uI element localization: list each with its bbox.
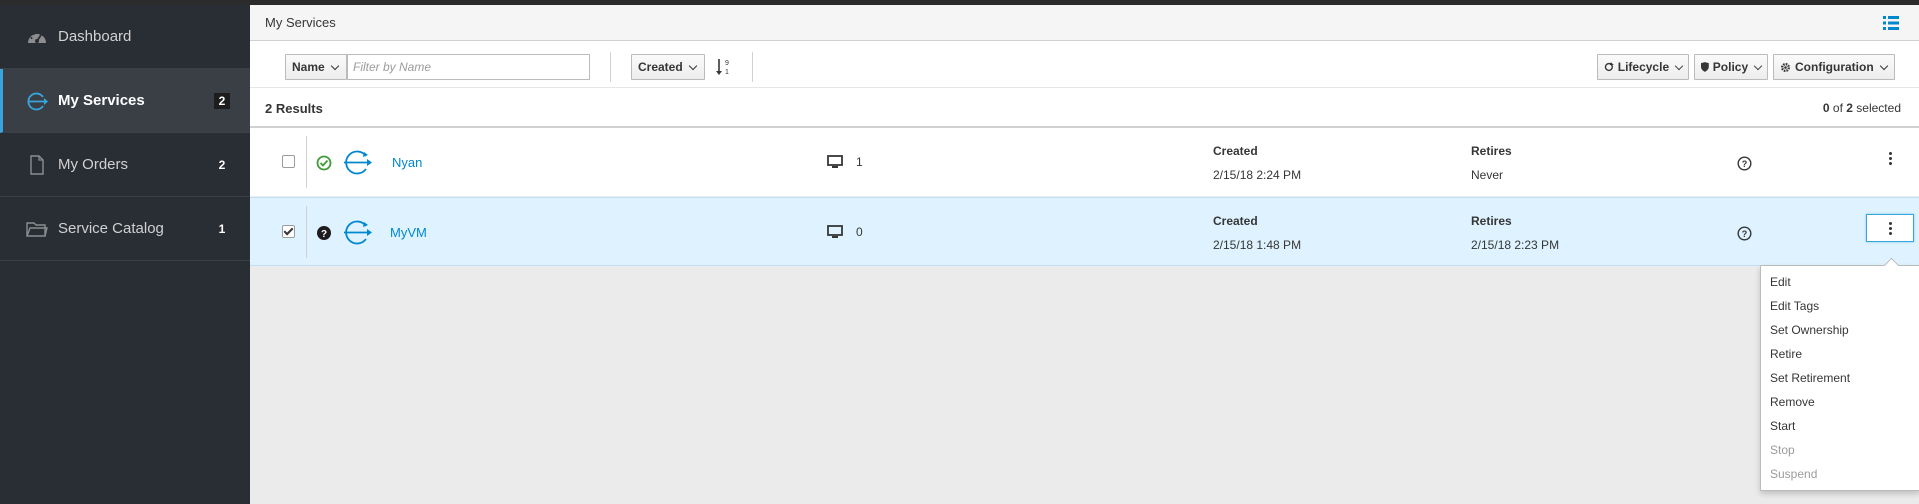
list-item[interactable]: Nyan 1 Created 2/15/18 2:24 PM Retires N… bbox=[250, 128, 1919, 197]
created-label: Created bbox=[1213, 214, 1258, 228]
policy-dropdown[interactable]: Policy bbox=[1694, 54, 1768, 80]
count-badge: 2 bbox=[218, 158, 226, 172]
chevron-down-icon bbox=[1753, 61, 1763, 70]
kebab-menu-button[interactable] bbox=[1866, 144, 1914, 172]
kebab-menu-button[interactable] bbox=[1866, 214, 1914, 242]
sort-numeric-asc-icon[interactable]: 9 1 bbox=[716, 58, 732, 76]
menu-item-start[interactable]: Start bbox=[1761, 414, 1919, 438]
menu-item-stop: Stop bbox=[1770, 443, 1795, 457]
sidebar-item-my-services[interactable]: My Services 2 bbox=[0, 69, 250, 133]
sort-field-select[interactable]: Created bbox=[631, 54, 705, 80]
svg-text:1: 1 bbox=[725, 69, 729, 76]
service-icon bbox=[344, 150, 372, 175]
retires-value: 2/15/18 2:23 PM bbox=[1471, 238, 1560, 252]
vm-count: 0 bbox=[856, 225, 863, 239]
selected-num: 0 bbox=[1822, 101, 1830, 115]
menu-item-edit-tags[interactable]: Edit Tags bbox=[1761, 294, 1919, 318]
shield-icon bbox=[1701, 62, 1709, 72]
main-content: My Services Name Created 9 1 Lifecycle bbox=[250, 5, 1919, 504]
svg-text:?: ? bbox=[1742, 159, 1748, 169]
service-name-link[interactable]: Nyan bbox=[392, 155, 422, 170]
menu-item-edit[interactable]: Edit bbox=[1761, 270, 1919, 294]
row-checkbox[interactable] bbox=[282, 155, 295, 168]
monitor-icon bbox=[827, 225, 843, 238]
lifecycle-label: Lifecycle bbox=[1617, 60, 1670, 74]
gear-icon bbox=[1781, 62, 1790, 72]
selected-total: 2 bbox=[1846, 101, 1853, 115]
filter-field-label: Name bbox=[292, 60, 325, 74]
list-item[interactable]: ? MyVM 0 Created 2/15/18 1:48 PM Retires… bbox=[250, 197, 1919, 266]
svg-text:9: 9 bbox=[725, 60, 729, 67]
question-circle-icon: ? bbox=[1737, 226, 1752, 241]
results-bar: 2 Results 0 of 2 selected bbox=[250, 88, 1919, 128]
monitor-icon bbox=[827, 155, 843, 168]
selected-of: of bbox=[1832, 101, 1843, 115]
toolbar-divider bbox=[752, 52, 753, 82]
chevron-down-icon bbox=[330, 61, 339, 70]
svg-text:?: ? bbox=[1742, 229, 1748, 239]
sort-field-label: Created bbox=[638, 60, 683, 74]
catalog-icon bbox=[26, 222, 48, 237]
row-checkbox[interactable] bbox=[282, 225, 295, 238]
question-circle-icon: ? bbox=[1737, 156, 1752, 171]
sidebar-item-dashboard[interactable]: Dashboard bbox=[0, 5, 250, 69]
service-name-link[interactable]: MyVM bbox=[390, 225, 427, 240]
service-icon bbox=[344, 220, 372, 245]
menu-item-set-ownership[interactable]: Set Ownership bbox=[1761, 318, 1919, 342]
menu-item-set-retirement[interactable]: Set Retirement bbox=[1761, 366, 1919, 390]
orders-icon bbox=[30, 155, 44, 175]
count-badge: 1 bbox=[218, 222, 226, 236]
list-view-icon[interactable] bbox=[1883, 16, 1899, 30]
selected-label: selected bbox=[1856, 101, 1901, 115]
row-actions-menu: Edit Edit Tags Set Ownership Retire Set … bbox=[1760, 265, 1919, 491]
configuration-dropdown[interactable]: Configuration bbox=[1773, 54, 1895, 80]
lifecycle-dropdown[interactable]: Lifecycle bbox=[1597, 54, 1689, 80]
menu-item-retire[interactable]: Retire bbox=[1761, 342, 1919, 366]
sidebar-item-label: Dashboard bbox=[58, 28, 132, 45]
vm-count: 1 bbox=[856, 155, 863, 169]
row-divider bbox=[306, 136, 307, 188]
ok-status-icon bbox=[316, 155, 332, 171]
created-value: 2/15/18 2:24 PM bbox=[1213, 168, 1302, 182]
retires-value: Never bbox=[1471, 168, 1504, 182]
page-title: My Services bbox=[265, 15, 336, 30]
sidebar-item-label: My Orders bbox=[58, 156, 129, 173]
retires-label: Retires bbox=[1471, 144, 1512, 158]
created-label: Created bbox=[1213, 144, 1258, 158]
configuration-label: Configuration bbox=[1795, 60, 1874, 74]
retires-label: Retires bbox=[1471, 214, 1512, 228]
dashboard-icon bbox=[28, 31, 46, 43]
question-status-icon: ? bbox=[317, 226, 331, 240]
selected-count: 0 of 2 selected bbox=[1823, 101, 1901, 115]
chevron-down-icon bbox=[1879, 61, 1888, 70]
svg-text:?: ? bbox=[321, 229, 327, 240]
services-icon bbox=[27, 92, 48, 111]
filter-field-select[interactable]: Name bbox=[285, 54, 347, 80]
created-value: 2/15/18 1:48 PM bbox=[1213, 238, 1302, 252]
policy-label: Policy bbox=[1712, 60, 1749, 74]
page-header: My Services bbox=[250, 5, 1919, 41]
row-divider bbox=[306, 206, 307, 258]
chevron-down-icon bbox=[688, 61, 697, 70]
sidebar-item-label: Service Catalog bbox=[58, 220, 164, 237]
filter-toolbar: Name Created 9 1 Lifecycle Policy C bbox=[250, 41, 1919, 88]
sidebar-item-label: My Services bbox=[58, 92, 145, 109]
results-count: 2 Results bbox=[265, 101, 323, 116]
menu-item-suspend: Suspend bbox=[1770, 467, 1818, 481]
menu-item-remove[interactable]: Remove bbox=[1761, 390, 1919, 414]
count-badge: 2 bbox=[214, 93, 230, 109]
sidebar-item-my-orders[interactable]: My Orders 2 bbox=[0, 133, 250, 197]
sidebar-item-service-catalog[interactable]: Service Catalog 1 bbox=[0, 197, 250, 261]
sidebar: Dashboard My Services 2 My Orders 2 Serv… bbox=[0, 5, 250, 504]
filter-input[interactable] bbox=[347, 54, 590, 80]
recycle-icon bbox=[1604, 62, 1614, 72]
chevron-down-icon bbox=[1674, 61, 1684, 70]
toolbar-divider bbox=[610, 52, 611, 82]
